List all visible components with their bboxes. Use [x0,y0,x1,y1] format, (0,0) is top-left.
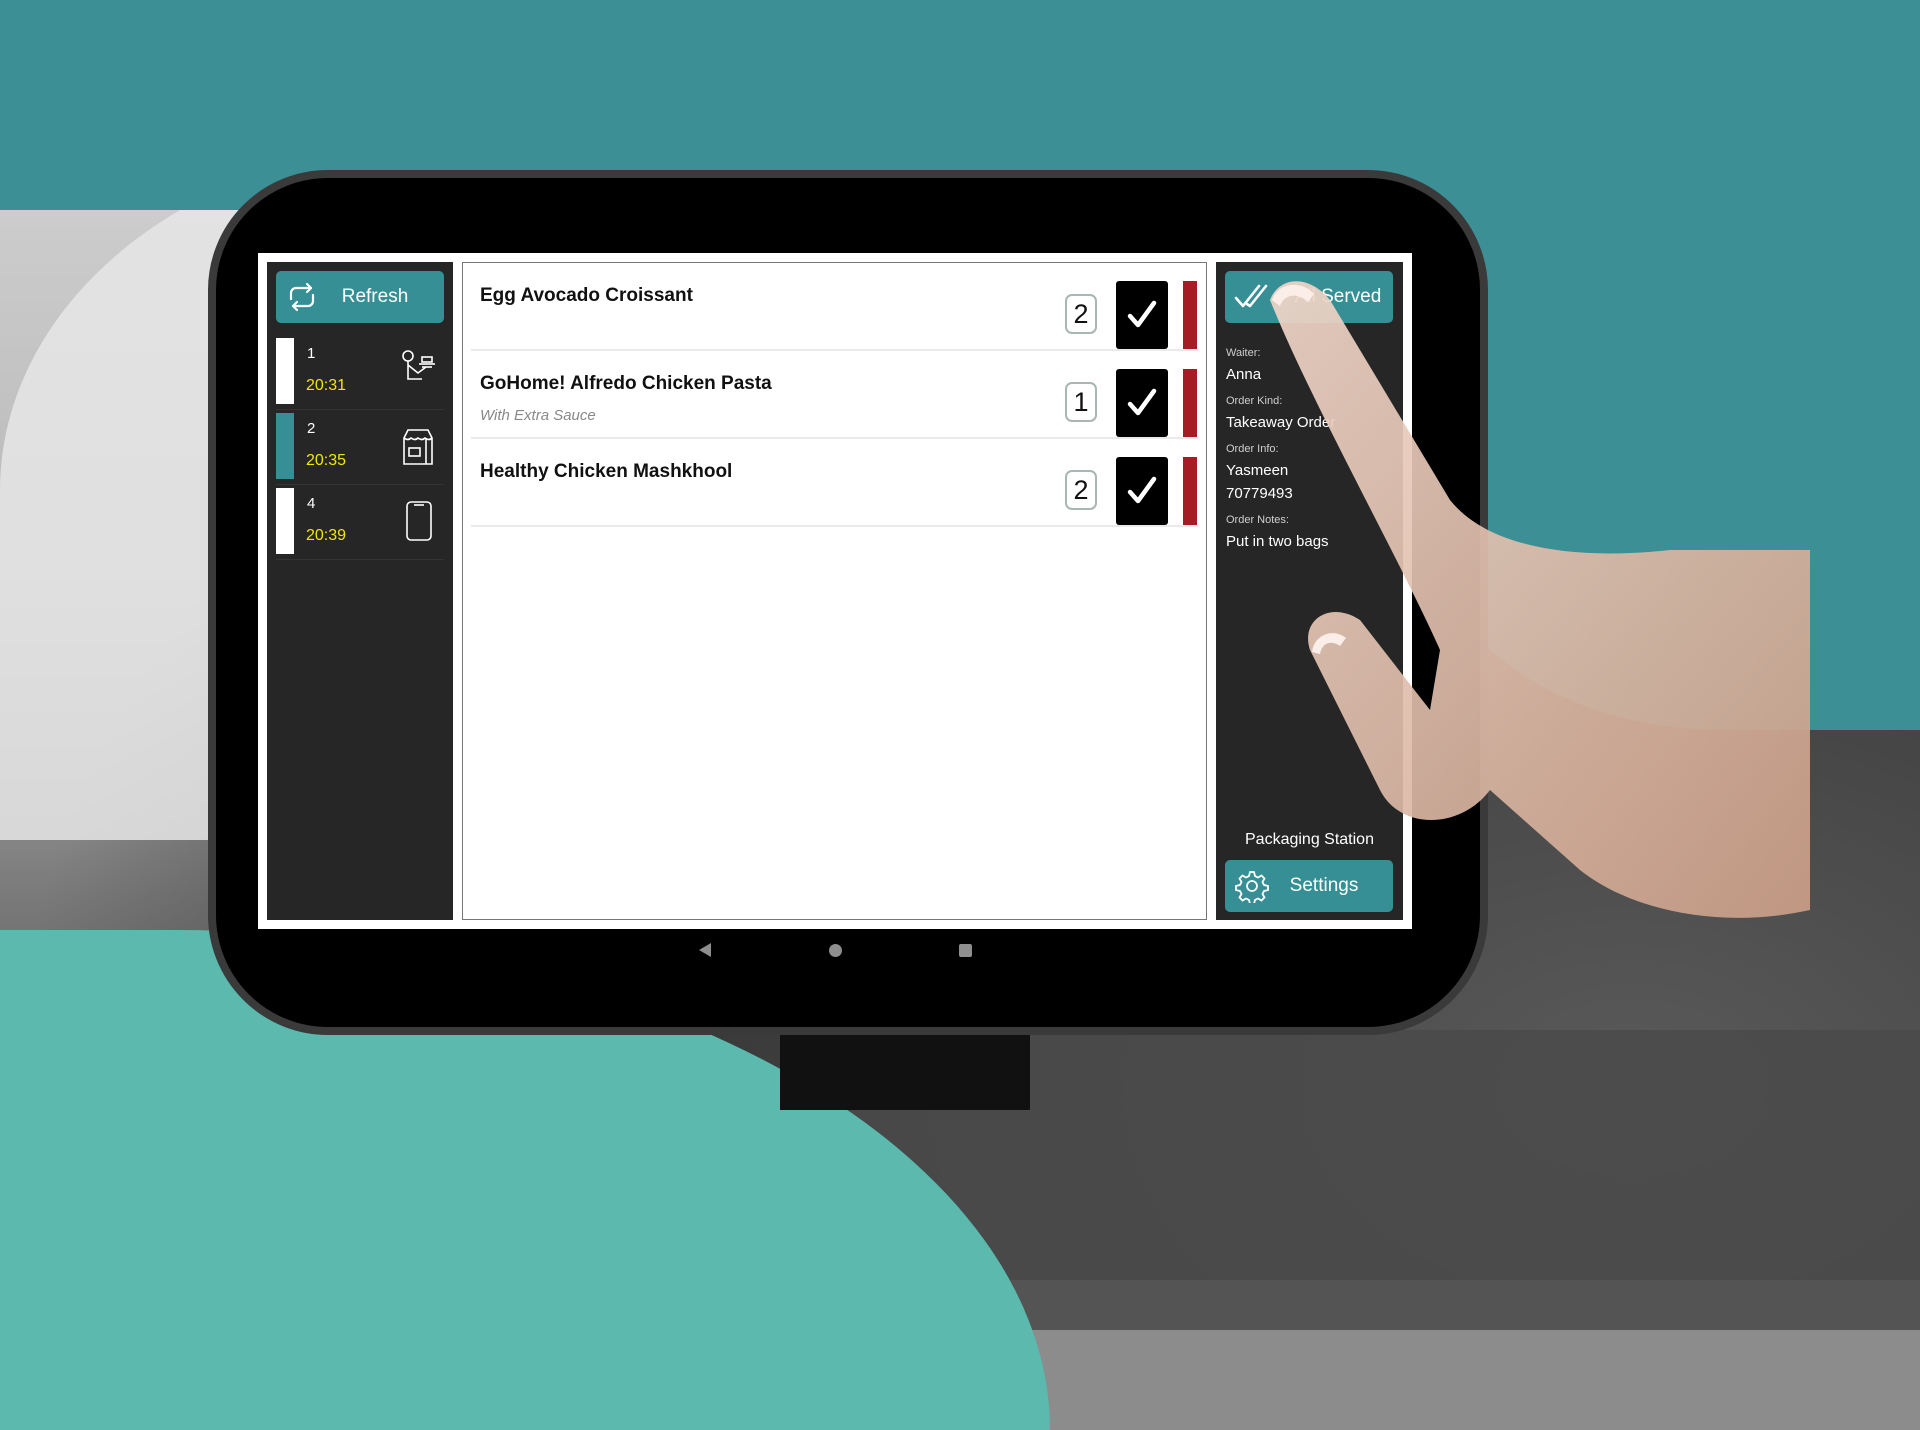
tablet-stand [780,1030,1030,1110]
refresh-icon [289,282,315,312]
item-status-indicator [1183,369,1197,437]
order-status-bar [276,338,294,404]
order-info: Waiter: Anna Order Kind: Takeaway Order … [1226,343,1396,562]
item-status-indicator [1183,457,1197,525]
item-name: GoHome! Alfredo Chicken Pasta [480,373,772,394]
order-time: 20:35 [306,452,347,469]
mobile-phone-icon [406,501,432,541]
item-name: Egg Avocado Croissant [480,285,693,306]
checkmark-icon [1127,388,1157,416]
refresh-button[interactable]: Refresh [276,271,444,323]
order-kind-label: Order Kind: [1226,395,1283,407]
item-quantity: 2 [1065,470,1097,510]
recents-icon [958,943,972,957]
order-number: 2 [307,420,316,437]
gear-icon [1235,871,1269,903]
order-time: 20:39 [306,527,347,544]
customer-name: Yasmeen [1226,462,1289,479]
order-line-item: Egg Avocado Croissant 2 [471,263,1198,351]
order-details-panel: All Served Waiter: Anna Order Kind: Take… [1216,262,1403,920]
order-line-item: GoHome! Alfredo Chicken Pasta With Extra… [471,351,1198,439]
order-number: 4 [307,495,316,512]
station-name: Packaging Station [1245,831,1374,848]
orders-sidebar: Refresh 1 20:31 2 20:35 4 20:39 [267,262,453,920]
takeaway-bag-icon [403,429,433,465]
mark-served-button[interactable] [1116,457,1168,525]
settings-label: Settings [1289,875,1359,896]
android-nav-bar [258,935,1412,965]
order-item[interactable]: 4 20:39 [276,485,444,560]
order-number: 1 [307,345,316,362]
home-icon [828,943,842,957]
all-served-button[interactable]: All Served [1225,271,1393,323]
background-teal-right [1420,170,1920,730]
order-status-bar [276,413,294,479]
customer-phone: 70779493 [1226,485,1293,502]
order-kind-value: Takeaway Order [1226,414,1336,431]
checkmark-icon [1127,476,1157,504]
order-notes-value: Put in two bags [1226,533,1329,550]
all-served-label: All Served [1294,286,1382,307]
double-check-icon [1234,284,1268,308]
back-button[interactable] [690,938,720,962]
item-status-indicator [1183,281,1197,349]
order-item[interactable]: 2 20:35 [276,410,444,485]
order-list: 1 20:31 2 20:35 4 20:39 [276,335,444,560]
order-notes-label: Order Notes: [1226,514,1289,526]
order-item[interactable]: 1 20:31 [276,335,444,410]
waiter-value: Anna [1226,366,1262,383]
order-line-item: Healthy Chicken Mashkhool 2 [471,439,1198,527]
order-items-panel: Egg Avocado Croissant 2 GoHome! Alfredo … [462,262,1207,920]
recents-button[interactable] [950,938,980,962]
refresh-label: Refresh [341,286,409,307]
mark-served-button[interactable] [1116,369,1168,437]
order-time: 20:31 [306,377,347,394]
checkmark-icon [1127,300,1157,328]
home-button[interactable] [820,938,850,962]
waiter-label: Waiter: [1226,347,1261,359]
item-quantity: 1 [1065,382,1097,422]
waiter-serving-icon [402,350,435,380]
mark-served-button[interactable] [1116,281,1168,349]
settings-button[interactable]: Settings [1225,860,1393,912]
order-info-label: Order Info: [1226,443,1279,455]
item-quantity: 2 [1065,294,1097,334]
item-modifier: With Extra Sauce [480,407,596,424]
back-icon [699,943,711,957]
item-name: Healthy Chicken Mashkhool [480,461,733,482]
order-status-bar [276,488,294,554]
